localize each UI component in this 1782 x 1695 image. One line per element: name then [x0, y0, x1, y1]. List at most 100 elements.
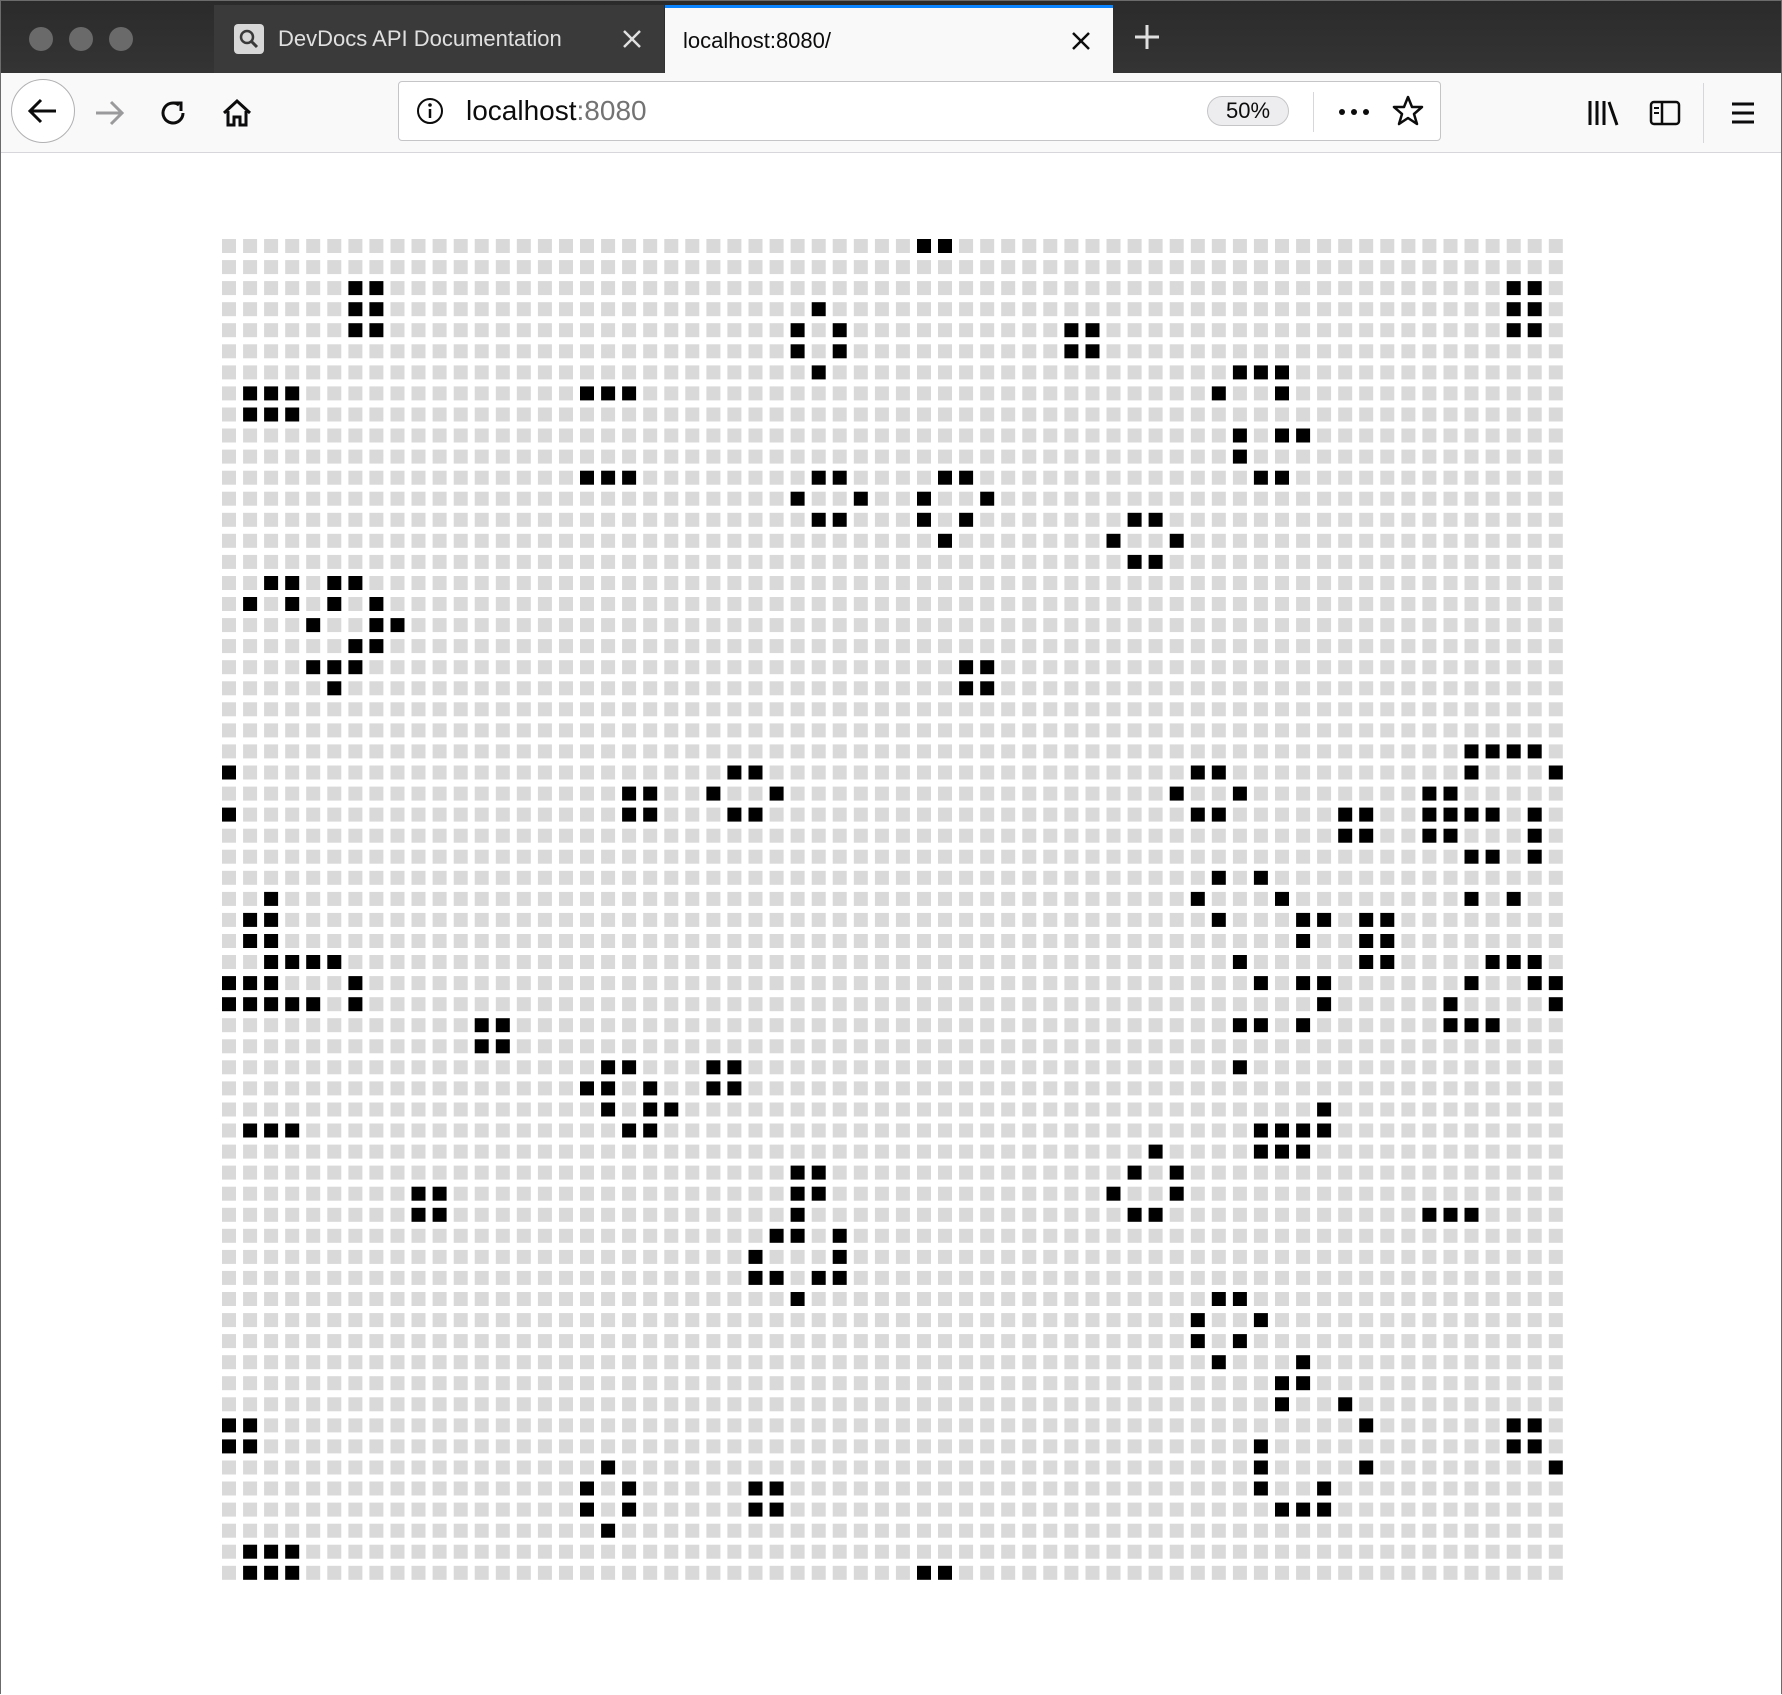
dead-cell[interactable] [938, 702, 952, 717]
live-cell[interactable] [285, 1565, 300, 1580]
dead-cell[interactable] [622, 891, 637, 906]
dead-cell[interactable] [1317, 1228, 1332, 1243]
dead-cell[interactable] [1338, 618, 1353, 633]
dead-cell[interactable] [1148, 997, 1163, 1012]
dead-cell[interactable] [1317, 512, 1332, 527]
dead-cell[interactable] [537, 934, 552, 948]
dead-cell[interactable] [264, 1249, 279, 1264]
dead-cell[interactable] [432, 1502, 447, 1517]
dead-cell[interactable] [706, 1018, 721, 1033]
dead-cell[interactable] [243, 807, 258, 822]
dead-cell[interactable] [474, 1523, 489, 1538]
dead-cell[interactable] [1148, 702, 1163, 717]
dead-cell[interactable] [580, 597, 594, 611]
dead-cell[interactable] [874, 576, 889, 590]
live-cell[interactable] [285, 1123, 300, 1138]
dead-cell[interactable] [980, 1144, 995, 1159]
dead-cell[interactable] [980, 1102, 995, 1117]
dead-cell[interactable] [243, 344, 258, 359]
dead-cell[interactable] [895, 365, 910, 380]
dead-cell[interactable] [1296, 281, 1311, 296]
dead-cell[interactable] [1275, 1060, 1289, 1075]
dead-cell[interactable] [1085, 554, 1100, 569]
dead-cell[interactable] [1317, 365, 1332, 380]
dead-cell[interactable] [453, 702, 468, 717]
dead-cell[interactable] [432, 1228, 447, 1243]
dead-cell[interactable] [1001, 828, 1016, 843]
dead-cell[interactable] [1296, 1481, 1311, 1496]
dead-cell[interactable] [1148, 576, 1163, 590]
dead-cell[interactable] [1085, 1123, 1100, 1138]
dead-cell[interactable] [1127, 870, 1142, 885]
dead-cell[interactable] [895, 976, 910, 991]
live-cell[interactable] [832, 470, 847, 485]
dead-cell[interactable] [811, 1502, 826, 1517]
dead-cell[interactable] [643, 386, 658, 401]
dead-cell[interactable] [622, 744, 637, 759]
live-cell[interactable] [369, 302, 384, 317]
dead-cell[interactable] [938, 681, 952, 696]
live-cell[interactable] [1443, 1207, 1458, 1222]
dead-cell[interactable] [685, 1523, 700, 1538]
dead-cell[interactable] [643, 744, 658, 759]
dead-cell[interactable] [959, 597, 974, 611]
dead-cell[interactable] [369, 576, 384, 590]
dead-cell[interactable] [1296, 744, 1311, 759]
dead-cell[interactable] [1548, 470, 1563, 485]
dead-cell[interactable] [1506, 912, 1521, 927]
dead-cell[interactable] [1190, 723, 1205, 738]
dead-cell[interactable] [748, 302, 763, 317]
dead-cell[interactable] [285, 849, 300, 864]
dead-cell[interactable] [1022, 1186, 1037, 1201]
dead-cell[interactable] [1001, 1102, 1016, 1117]
dead-cell[interactable] [306, 1334, 321, 1349]
dead-cell[interactable] [917, 470, 931, 485]
dead-cell[interactable] [1169, 1228, 1184, 1243]
dead-cell[interactable] [938, 260, 952, 275]
dead-cell[interactable] [1485, 407, 1500, 422]
dead-cell[interactable] [580, 1186, 594, 1201]
dead-cell[interactable] [790, 1249, 805, 1264]
dead-cell[interactable] [685, 281, 700, 296]
dead-cell[interactable] [222, 428, 236, 443]
dead-cell[interactable] [1296, 449, 1311, 464]
dead-cell[interactable] [706, 1355, 721, 1370]
dead-cell[interactable] [537, 807, 552, 822]
live-cell[interactable] [1548, 976, 1563, 991]
dead-cell[interactable] [769, 1102, 784, 1117]
dead-cell[interactable] [1064, 386, 1079, 401]
dead-cell[interactable] [1401, 660, 1416, 675]
dead-cell[interactable] [1275, 1460, 1289, 1475]
dead-cell[interactable] [874, 533, 889, 548]
dead-cell[interactable] [1548, 955, 1563, 969]
dead-cell[interactable] [938, 323, 952, 338]
dead-cell[interactable] [1232, 681, 1247, 696]
dead-cell[interactable] [959, 828, 974, 843]
dead-cell[interactable] [432, 407, 447, 422]
dead-cell[interactable] [685, 976, 700, 991]
dead-cell[interactable] [453, 470, 468, 485]
dead-cell[interactable] [1127, 618, 1142, 633]
dead-cell[interactable] [748, 1334, 763, 1349]
dead-cell[interactable] [1359, 681, 1374, 696]
dead-cell[interactable] [369, 1460, 384, 1475]
dead-cell[interactable] [1106, 1439, 1121, 1454]
dead-cell[interactable] [432, 807, 447, 822]
dead-cell[interactable] [516, 1207, 531, 1222]
dead-cell[interactable] [1359, 1039, 1374, 1054]
dead-cell[interactable] [243, 1270, 258, 1285]
dead-cell[interactable] [895, 344, 910, 359]
dead-cell[interactable] [1127, 660, 1142, 675]
dead-cell[interactable] [411, 744, 426, 759]
dead-cell[interactable] [622, 660, 637, 675]
dead-cell[interactable] [1359, 976, 1374, 991]
dead-cell[interactable] [1296, 597, 1311, 611]
dead-cell[interactable] [811, 934, 826, 948]
dead-cell[interactable] [1275, 1102, 1289, 1117]
dead-cell[interactable] [327, 807, 342, 822]
dead-cell[interactable] [243, 870, 258, 885]
dead-cell[interactable] [1232, 1102, 1247, 1117]
dead-cell[interactable] [1359, 870, 1374, 885]
dead-cell[interactable] [622, 449, 637, 464]
dead-cell[interactable] [980, 702, 995, 717]
